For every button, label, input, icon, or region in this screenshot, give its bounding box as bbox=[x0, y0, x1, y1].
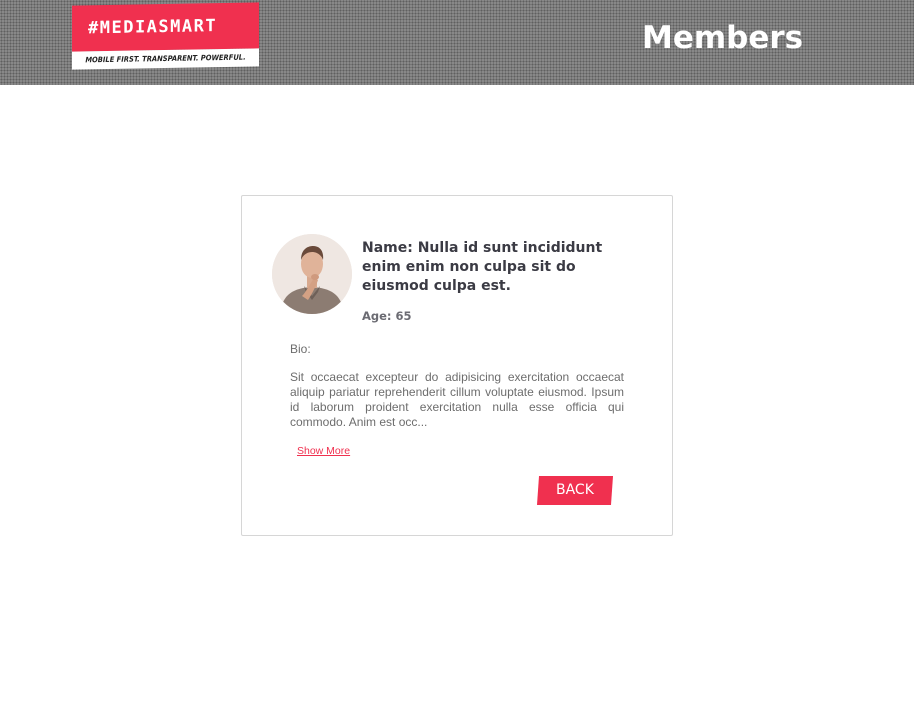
bio-label: Bio: bbox=[290, 342, 311, 356]
logo-brand: #MEDIASMART bbox=[72, 2, 259, 52]
logo-tagline: MOBILE FIRST. TRANSPARENT. POWERFUL. bbox=[72, 48, 259, 70]
back-button-label: BACK bbox=[556, 482, 594, 498]
avatar bbox=[272, 234, 352, 314]
person-portrait-icon bbox=[272, 234, 352, 314]
member-card: Name: Nulla id sunt incididunt enim enim… bbox=[241, 195, 673, 536]
bio-text: Sit occaecat excepteur do adipisicing ex… bbox=[290, 370, 624, 429]
back-button[interactable]: BACK bbox=[536, 476, 614, 505]
member-age: Age: 65 bbox=[362, 309, 412, 323]
show-more-link[interactable]: Show More bbox=[297, 444, 350, 458]
page-title: Members bbox=[642, 20, 804, 56]
mediasmart-logo[interactable]: #MEDIASMART MOBILE FIRST. TRANSPARENT. P… bbox=[72, 2, 259, 70]
top-header: #MEDIASMART MOBILE FIRST. TRANSPARENT. P… bbox=[0, 0, 914, 85]
member-name: Name: Nulla id sunt incididunt enim enim… bbox=[362, 240, 603, 294]
